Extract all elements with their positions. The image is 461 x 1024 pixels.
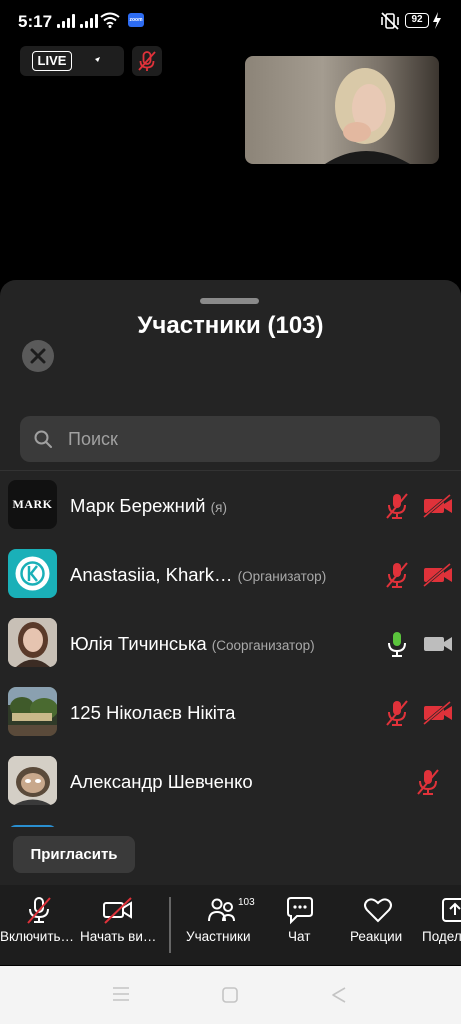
mic-muted-icon — [386, 493, 408, 519]
participants-sheet: Участники (103) Поиск MARK Марк Бережний… — [0, 280, 461, 964]
heart-icon — [364, 898, 392, 923]
start-video-label: Начать ви… — [80, 929, 157, 944]
vibrate-off-icon — [381, 12, 399, 30]
participant-role: (Организатор) — [237, 569, 327, 584]
audio-muted-button[interactable] — [132, 46, 162, 76]
participants-count-badge: 103 — [238, 897, 255, 908]
camera-on-icon — [424, 637, 452, 651]
live-label: LIVE — [32, 51, 72, 71]
avatar — [8, 618, 57, 667]
participants-label: Участники — [186, 929, 251, 944]
chat-button[interactable]: Чат — [278, 885, 324, 965]
sheet-drag-handle[interactable] — [200, 298, 259, 304]
reactions-label: Реакции — [350, 929, 403, 944]
participant-role: (Соорганизатор) — [211, 638, 315, 653]
chat-label: Чат — [288, 929, 311, 944]
toolbar-separator — [169, 897, 171, 953]
participants-list: MARK Марк Бережний (я) Anastasiia, Khark… — [0, 471, 461, 827]
share-icon — [442, 898, 461, 922]
share-button[interactable]: Подел — [420, 885, 461, 965]
chat-icon — [287, 897, 313, 925]
home-icon[interactable] — [221, 986, 239, 1004]
camera-off-icon — [103, 897, 132, 924]
avatar: MARK — [8, 480, 57, 529]
participant-row-partial[interactable] — [0, 816, 461, 827]
participant-row-shevchenko[interactable]: Александр Шевченко — [0, 747, 461, 816]
avatar — [8, 756, 57, 805]
status-bar: 5:17 zoom 92 — [0, 0, 461, 44]
mic-on-icon — [388, 632, 406, 657]
participant-name-text: Марк Бережний — [70, 495, 206, 516]
signal-icon-2 — [80, 14, 98, 28]
search-icon — [34, 430, 52, 448]
participants-icon — [208, 898, 235, 922]
status-time: 5:17 — [18, 12, 53, 31]
live-stream-button[interactable]: LIVE — [20, 46, 124, 76]
mic-muted-icon — [417, 769, 439, 795]
close-icon — [30, 348, 46, 364]
start-video-button[interactable]: Начать ви… — [78, 885, 162, 965]
signal-icon — [57, 14, 75, 28]
system-nav-bar — [0, 966, 461, 1024]
avatar — [8, 687, 57, 736]
kharkiv-logo-icon — [15, 556, 50, 591]
participant-name: Александр Шевченко — [70, 771, 253, 793]
search-placeholder: Поиск — [68, 429, 118, 449]
participant-row-mark[interactable]: MARK Марк Бережний (я) — [0, 471, 461, 540]
avatar-photo — [8, 618, 57, 667]
participant-row-anastasiia[interactable]: Anastasiia, Khark… (Организатор) — [0, 540, 461, 609]
camera-off-icon — [423, 562, 452, 588]
participant-name-text: Anastasiia, Khark… — [70, 564, 233, 585]
close-button[interactable] — [22, 340, 54, 372]
participants-button[interactable]: 103 Участники — [180, 885, 264, 965]
avatar-logo-text: MARK — [12, 497, 53, 511]
camera-off-icon — [423, 493, 452, 519]
zoom-app-icon: zoom — [128, 13, 144, 27]
battery-indicator: 92 — [405, 13, 429, 28]
mic-muted-icon — [138, 51, 156, 71]
participant-name: Anastasiia, Khark… (Организатор) — [70, 564, 326, 586]
participant-name-text: Юлія Тичинська — [70, 633, 207, 654]
participant-name: Юлія Тичинська (Соорганизатор) — [70, 633, 315, 655]
participant-name: Марк Бережний (я) — [70, 495, 227, 517]
avatar-photo — [8, 687, 57, 736]
unmute-button[interactable]: Включить… — [0, 885, 78, 965]
avatar — [8, 825, 57, 827]
avatar-cartoon — [8, 756, 57, 805]
wifi-icon — [100, 12, 120, 28]
recent-apps-icon[interactable] — [112, 986, 130, 1002]
reactions-button[interactable]: Реакции — [344, 885, 414, 965]
participant-name: 125 Ніколаєв Нікіта — [70, 702, 235, 724]
camera-off-icon — [423, 700, 452, 726]
avatar — [8, 549, 57, 598]
expand-arrow-icon — [95, 57, 100, 62]
sheet-title: Участники (103) — [137, 312, 324, 339]
invite-button[interactable]: Пригласить — [13, 836, 135, 873]
mic-muted-icon — [386, 700, 408, 726]
participant-row-yuliia[interactable]: Юлія Тичинська (Соорганизатор) — [0, 609, 461, 678]
charging-icon — [433, 12, 441, 29]
self-video-thumbnail[interactable] — [245, 56, 439, 164]
unmute-label: Включить… — [0, 929, 75, 944]
mic-muted-icon — [27, 897, 51, 924]
participant-row-nikolaev[interactable]: 125 Ніколаєв Нікіта — [0, 678, 461, 747]
meeting-toolbar: Включить… Начать ви… 103 Участники Чат Р… — [0, 885, 461, 965]
mic-muted-icon — [386, 562, 408, 588]
back-icon[interactable] — [330, 986, 348, 1004]
search-input[interactable]: Поиск — [20, 416, 440, 462]
participant-name-text: 125 Ніколаєв Нікіта — [70, 702, 236, 723]
participant-name-text: Александр Шевченко — [70, 771, 253, 792]
video-person-image — [325, 68, 410, 164]
share-label: Подел — [422, 929, 461, 944]
participant-role: (я) — [210, 500, 227, 515]
